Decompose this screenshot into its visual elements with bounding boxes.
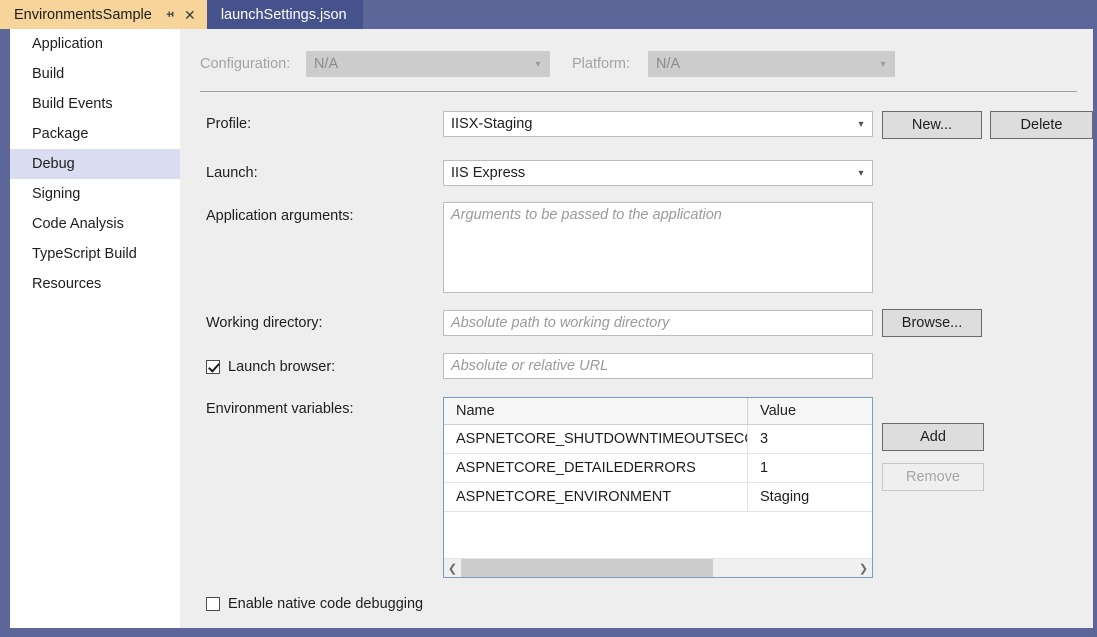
env-var-name[interactable]: ASPNETCORE_DETAILEDERRORS: [444, 454, 748, 482]
chevron-left-icon[interactable]: ❮: [444, 559, 461, 577]
section-divider: [200, 91, 1077, 92]
sidebar: Application Build Build Events Package D…: [10, 29, 195, 628]
sidebar-item-debug[interactable]: Debug: [10, 149, 195, 179]
sidebar-item-application[interactable]: Application: [10, 29, 180, 59]
sidebar-item-signing[interactable]: Signing: [10, 179, 180, 209]
sidebar-item-label: Build Events: [32, 96, 113, 112]
profile-label: Profile:: [206, 116, 252, 132]
remove-env-var-button: Remove: [882, 463, 984, 491]
sidebar-item-build-events[interactable]: Build Events: [10, 89, 180, 119]
sidebar-item-label: Resources: [32, 276, 102, 292]
sidebar-item-typescript-build[interactable]: TypeScript Build: [10, 239, 180, 269]
window-border-right: [1093, 29, 1097, 637]
platform-label: Platform:: [572, 56, 631, 72]
environment-variables-label: Environment variables:: [206, 401, 354, 417]
configuration-dropdown: N/A ▾: [306, 51, 550, 77]
close-icon[interactable]: ✕: [182, 7, 198, 23]
profile-dropdown[interactable]: IISX-Staging ▾: [443, 111, 873, 137]
launch-label: Launch:: [206, 165, 258, 181]
configuration-label: Configuration:: [200, 56, 291, 72]
chevron-right-icon[interactable]: ❯: [855, 559, 872, 577]
launch-browser-checkbox[interactable]: Launch browser:: [206, 359, 335, 375]
launch-browser-url-input[interactable]: Absolute or relative URL: [443, 353, 873, 379]
env-var-name[interactable]: ASPNETCORE_ENVIRONMENT: [444, 483, 748, 511]
tab-launch-settings-json[interactable]: launchSettings.json: [206, 0, 363, 29]
platform-value: N/A: [656, 56, 681, 72]
chevron-down-icon[interactable]: ▾: [850, 112, 872, 136]
browse-button[interactable]: Browse...: [882, 309, 982, 337]
column-header-name[interactable]: Name: [444, 398, 748, 424]
tab-label: launchSettings.json: [220, 6, 347, 23]
application-arguments-label: Application arguments:: [206, 208, 354, 224]
checkbox-indicator[interactable]: [206, 360, 220, 374]
tab-label: EnvironmentsSample: [14, 6, 152, 23]
profile-value: IISX-Staging: [451, 116, 533, 132]
table-row[interactable]: ASPNETCORE_SHUTDOWNTIMEOUTSECONDS 3: [444, 425, 872, 454]
sidebar-item-label: Debug: [32, 156, 75, 172]
enable-native-debug-checkbox[interactable]: Enable native code debugging: [206, 596, 423, 612]
sidebar-item-label: Build: [32, 66, 65, 82]
debug-settings-panel: Configuration: N/A ▾ Platform: N/A ▾ Pro…: [180, 29, 1093, 628]
add-env-var-button[interactable]: Add: [882, 423, 984, 451]
configuration-value: N/A: [314, 56, 339, 72]
application-arguments-input[interactable]: Arguments to be passed to the applicatio…: [443, 202, 873, 293]
sidebar-item-label: TypeScript Build: [32, 246, 137, 262]
launch-browser-label: Launch browser:: [228, 359, 336, 375]
launch-value: IIS Express: [451, 165, 526, 181]
scrollbar-track[interactable]: [461, 559, 855, 577]
chevron-down-icon[interactable]: ▾: [850, 161, 872, 185]
environment-variables-grid[interactable]: Name Value ASPNETCORE_SHUTDOWNTIMEOUTSEC…: [443, 397, 873, 578]
env-var-value[interactable]: Staging: [748, 483, 872, 511]
working-directory-label: Working directory:: [206, 315, 323, 331]
platform-dropdown: N/A ▾: [648, 51, 895, 77]
working-directory-input[interactable]: Absolute path to working directory: [443, 310, 873, 336]
tab-strip: EnvironmentsSample ✕ launchSettings.json: [0, 0, 1097, 29]
env-var-value[interactable]: 1: [748, 454, 872, 482]
table-row[interactable]: ASPNETCORE_ENVIRONMENT Staging: [444, 483, 872, 512]
sidebar-item-resources[interactable]: Resources: [10, 269, 180, 299]
checkbox-indicator[interactable]: [206, 597, 220, 611]
chevron-down-icon: ▾: [880, 58, 886, 70]
chevron-down-icon: ▾: [535, 58, 541, 70]
enable-native-debug-label: Enable native code debugging: [228, 596, 424, 612]
launch-dropdown[interactable]: IIS Express ▾: [443, 160, 873, 186]
delete-profile-button[interactable]: Delete: [990, 111, 1093, 139]
sidebar-item-label: Code Analysis: [32, 216, 124, 232]
scrollbar-thumb[interactable]: [461, 559, 714, 577]
window-border-left: [0, 29, 10, 637]
sidebar-item-label: Signing: [32, 186, 81, 202]
env-var-value[interactable]: 3: [748, 425, 872, 453]
env-var-name[interactable]: ASPNETCORE_SHUTDOWNTIMEOUTSECONDS: [444, 425, 748, 453]
new-profile-button[interactable]: New...: [882, 111, 982, 139]
grid-header-row: Name Value: [444, 398, 872, 425]
window-border-bottom: [0, 628, 1097, 637]
sidebar-item-label: Package: [32, 126, 89, 142]
horizontal-scrollbar[interactable]: ❮ ❯: [444, 558, 872, 577]
tab-environments-sample[interactable]: EnvironmentsSample ✕: [0, 0, 207, 29]
column-header-value[interactable]: Value: [748, 398, 872, 424]
sidebar-item-build[interactable]: Build: [10, 59, 180, 89]
sidebar-item-code-analysis[interactable]: Code Analysis: [10, 209, 180, 239]
project-properties-window: EnvironmentsSample ✕ launchSettings.json…: [0, 0, 1097, 637]
sidebar-item-label: Application: [32, 36, 103, 52]
table-row[interactable]: ASPNETCORE_DETAILEDERRORS 1: [444, 454, 872, 483]
sidebar-item-package[interactable]: Package: [10, 119, 180, 149]
pin-icon[interactable]: [162, 7, 178, 23]
